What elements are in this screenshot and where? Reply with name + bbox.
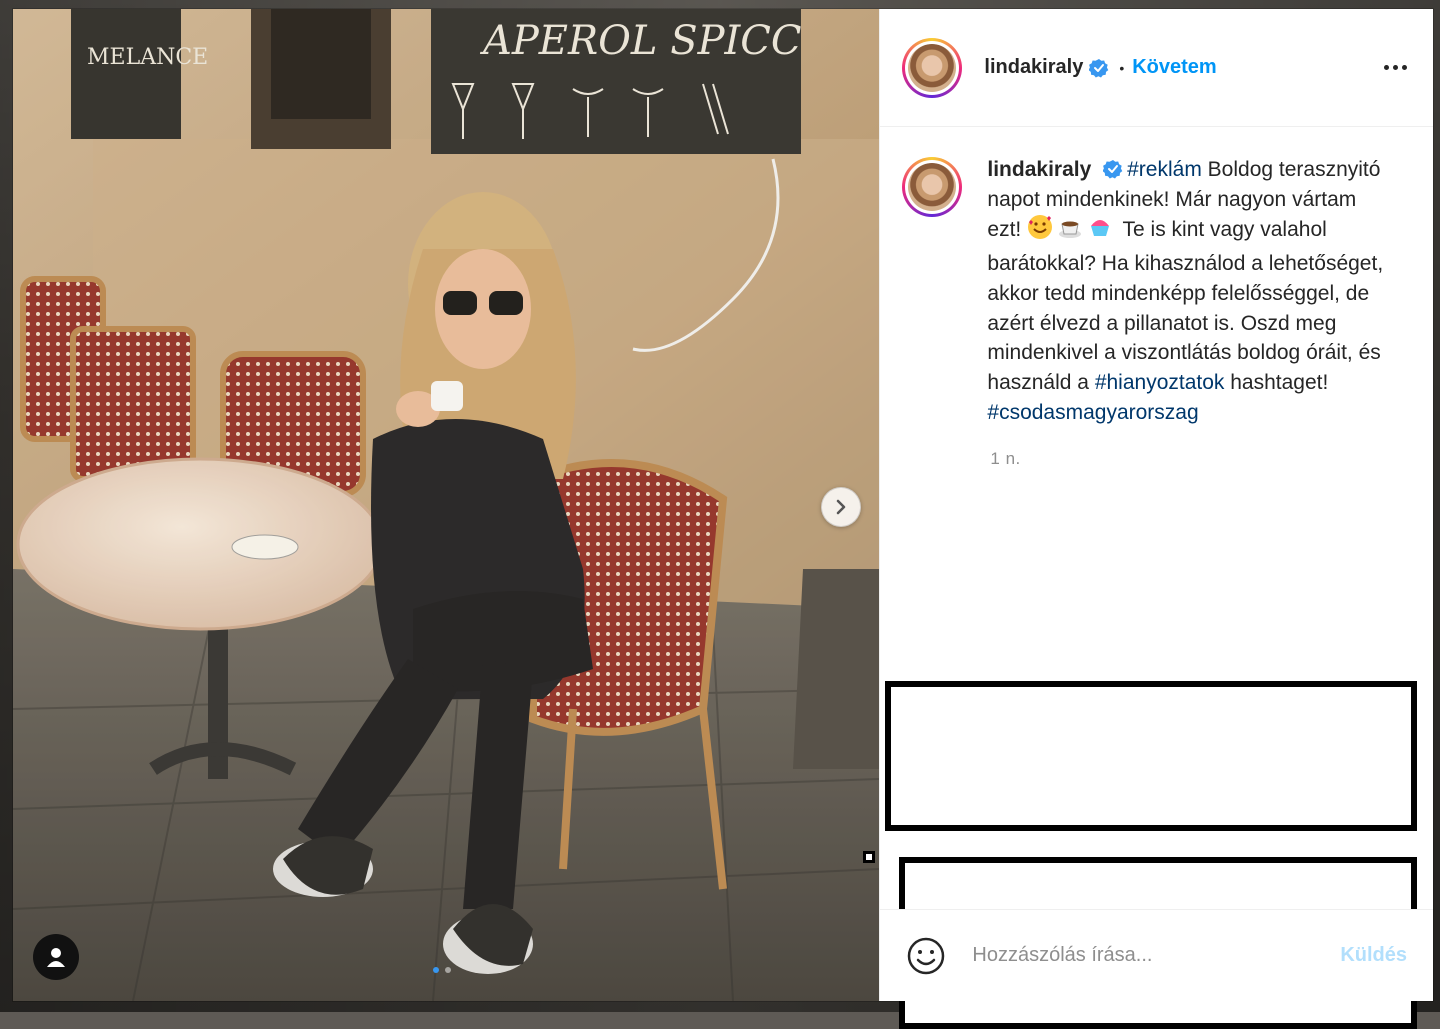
post-timestamp[interactable]: 1 n. [990,449,1411,469]
caption-username[interactable]: lindakiraly [987,158,1091,181]
hashtag-link[interactable]: #hianyoztatok [1095,371,1225,394]
redaction-marker [863,851,876,863]
carousel-dot [433,967,439,973]
tagged-users-button[interactable] [33,934,79,980]
send-comment-button[interactable]: Küldés [1340,944,1407,967]
post-side-panel: lindakiraly • Követem lindakiraly #reklá… [863,9,1433,1029]
hashtag-link[interactable]: #reklám [1127,158,1202,181]
chevron-right-icon [836,499,846,515]
photo-scene: APEROL SPICC MELANCE [13,9,880,1001]
caption-text: lindakiraly #reklám Boldog terasznyitó n… [987,155,1387,427]
follow-button[interactable]: Követem [1132,56,1216,79]
redacted-comment-box [885,681,1418,831]
post-header: lindakiraly • Követem [880,9,1433,127]
caption-avatar[interactable] [902,157,963,217]
post-modal: APEROL SPICC MELANCE lindakiraly • Követ… [13,9,1433,1029]
separator-bullet: • [1119,59,1125,76]
user-icon [47,948,65,967]
emoji-picker-icon[interactable] [906,936,946,976]
more-options-icon[interactable] [1384,65,1407,70]
post-comments-area: lindakiraly #reklám Boldog terasznyitó n… [863,127,1433,1029]
next-photo-button[interactable] [821,487,861,527]
hot-beverage-icon [1057,214,1083,249]
verified-badge-icon [1103,159,1123,179]
verified-badge-icon [1089,58,1109,78]
hashtag-link[interactable]: #csodasmagyarorszag [987,401,1198,424]
post-photo[interactable]: APEROL SPICC MELANCE [13,9,880,1001]
smiling-face-with-hearts-icon [1027,214,1053,249]
caption: lindakiraly #reklám Boldog terasznyitó n… [902,155,1411,427]
avatar[interactable] [902,37,963,98]
header-username[interactable]: lindakiraly [984,56,1083,79]
comment-input[interactable] [970,943,1341,968]
carousel-dot [445,967,451,973]
add-comment-bar: Küldés [880,909,1433,1001]
carousel-indicator [433,967,451,973]
shaved-ice-icon [1087,214,1113,249]
caption-body: hashtaget! [1224,370,1329,394]
